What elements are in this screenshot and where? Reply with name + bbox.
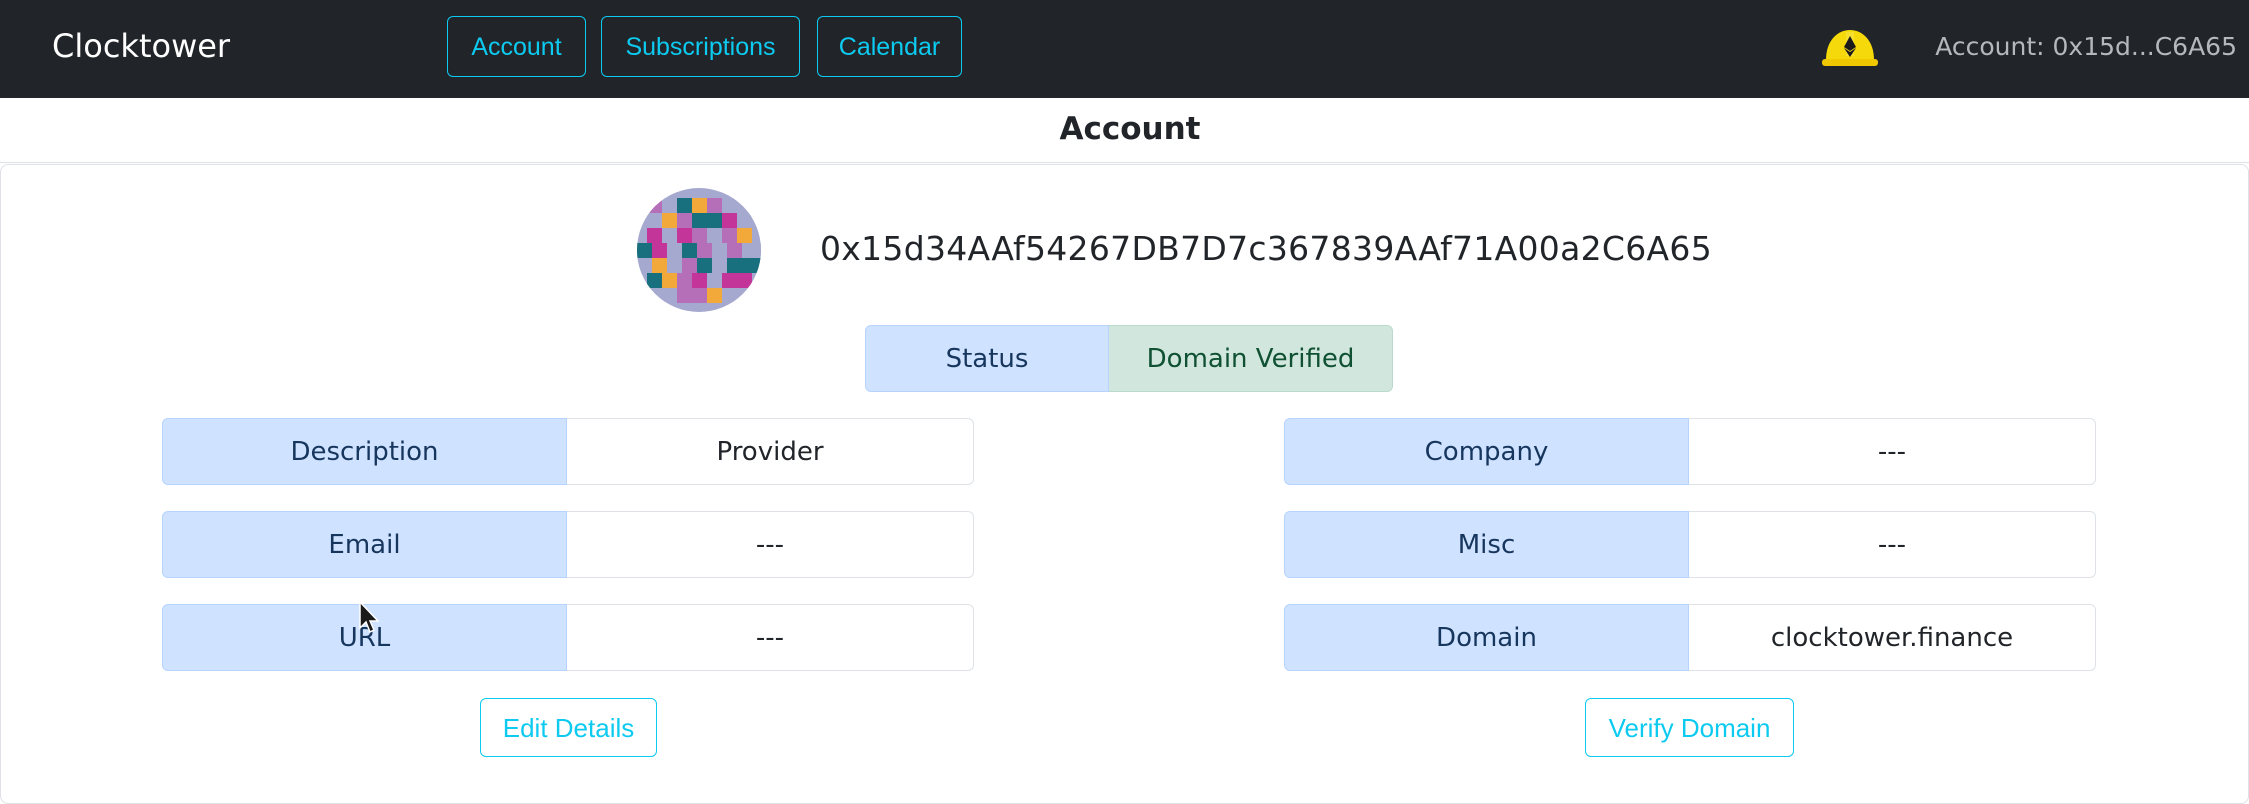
title-divider	[0, 162, 2249, 163]
misc-value: ---	[1689, 511, 2096, 578]
identicon-avatar	[637, 188, 761, 312]
email-value: ---	[567, 511, 974, 578]
nav-account-button[interactable]: Account	[447, 16, 586, 77]
description-row: Description Provider	[162, 418, 974, 485]
navbar: Clocktower Account Subscriptions Calenda…	[0, 0, 2249, 98]
company-row: Company ---	[1284, 418, 2096, 485]
url-row: URL ---	[162, 604, 974, 671]
wallet-address: 0x15d34AAf54267DB7D7c367839AAf71A00a2C6A…	[820, 229, 1712, 268]
company-label: Company	[1284, 418, 1689, 485]
ethereum-hardhat-icon[interactable]	[1820, 26, 1880, 70]
nav-calendar-button[interactable]: Calendar	[817, 16, 962, 77]
description-value: Provider	[567, 418, 974, 485]
status-badge: Domain Verified	[1109, 325, 1393, 392]
mouse-cursor-icon	[359, 600, 380, 634]
misc-row: Misc ---	[1284, 511, 2096, 578]
domain-value: clocktower.finance	[1689, 604, 2096, 671]
edit-details-button[interactable]: Edit Details	[480, 698, 657, 757]
company-value: ---	[1689, 418, 2096, 485]
email-row: Email ---	[162, 511, 974, 578]
domain-row: Domain clocktower.finance	[1284, 604, 2096, 671]
page-title: Account	[1059, 111, 1201, 147]
connected-account-label[interactable]: Account: 0x15d...C6A65	[1935, 28, 2237, 66]
description-label: Description	[162, 418, 567, 485]
email-label: Email	[162, 511, 567, 578]
status-group: Status Domain Verified	[865, 325, 1393, 392]
brand-logo[interactable]: Clocktower	[52, 24, 230, 68]
nav-subscriptions-button[interactable]: Subscriptions	[601, 16, 800, 77]
domain-label: Domain	[1284, 604, 1689, 671]
verify-domain-button[interactable]: Verify Domain	[1585, 698, 1794, 757]
url-value: ---	[567, 604, 974, 671]
status-label: Status	[865, 325, 1109, 392]
misc-label: Misc	[1284, 511, 1689, 578]
